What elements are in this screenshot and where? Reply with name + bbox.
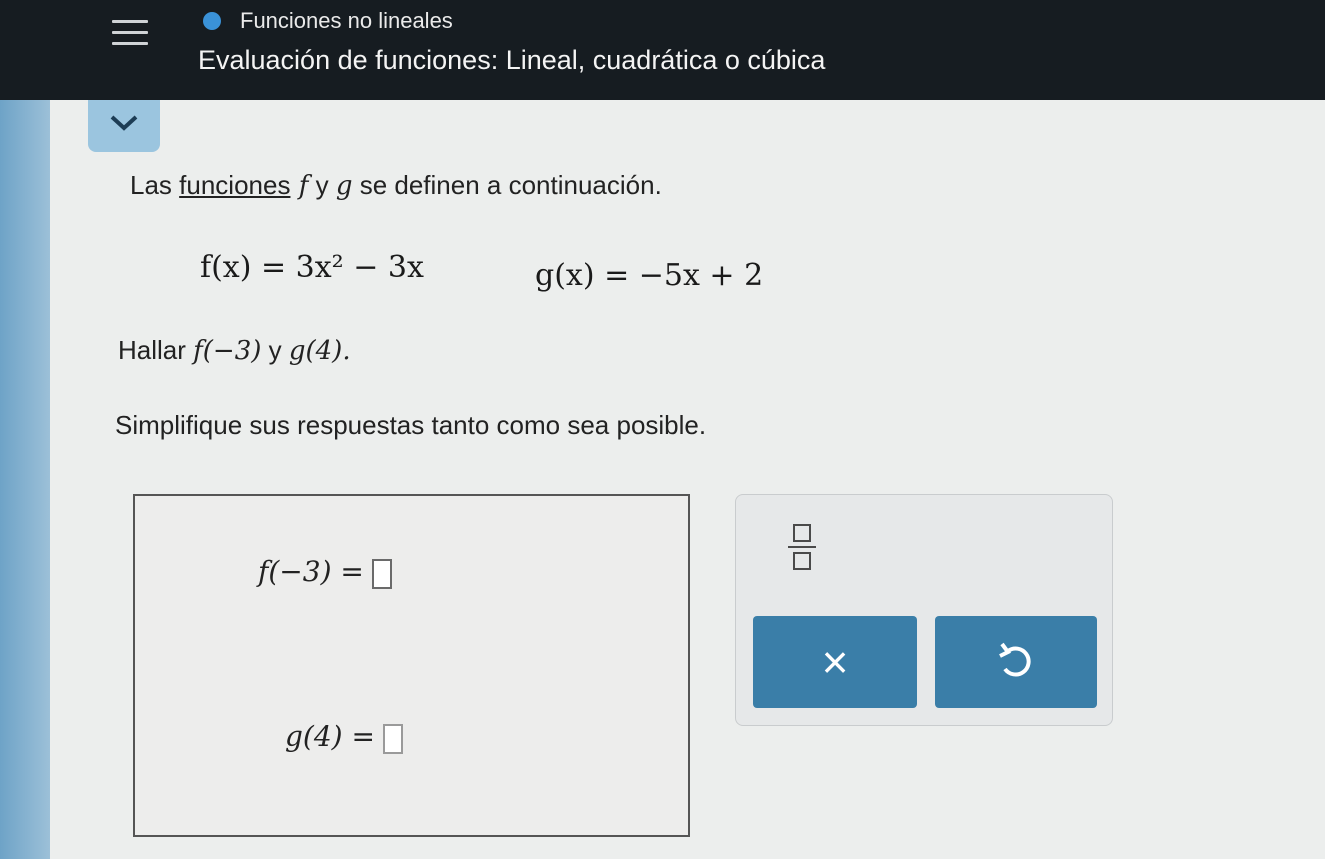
simplify-instruction: Simplifique sus respuestas tanto como se… (115, 410, 707, 440)
g-answer-input[interactable] (382, 723, 403, 754)
question-intro: Las funciones f y g se definen a continu… (130, 170, 662, 201)
chevron-down-icon (110, 115, 138, 131)
answer-panel (133, 494, 690, 837)
funciones-link[interactable]: funciones (179, 170, 290, 200)
f-definition: f(x) = 3x² − 3x (200, 250, 424, 285)
f-answer-input[interactable] (371, 558, 392, 589)
left-strip (0, 100, 50, 859)
undo-button[interactable] (935, 616, 1097, 708)
f-answer-label: f(−3) = (258, 555, 364, 588)
undo-icon (999, 642, 1031, 677)
g-answer-row: g(4) = (285, 720, 403, 754)
page-title: Evaluación de funciones: Lineal, cuadrát… (198, 45, 826, 75)
f-answer-row: f(−3) = (258, 555, 392, 589)
g-definition: g(x) = −5x + 2 (535, 258, 764, 293)
fraction-icon (793, 524, 811, 542)
menu-icon[interactable] (110, 14, 150, 54)
find-instruction: Hallar f(−3) y g(4). (118, 335, 351, 366)
collapse-tab[interactable] (88, 100, 160, 152)
clear-button[interactable]: × (753, 616, 917, 708)
g-answer-label: g(4) = (285, 720, 375, 753)
top-header: Funciones no lineales Evaluación de func… (0, 0, 1325, 100)
topic-label: Funciones no lineales (240, 8, 453, 33)
topic-status-dot (203, 12, 221, 30)
fraction-button[interactable] (778, 518, 838, 578)
